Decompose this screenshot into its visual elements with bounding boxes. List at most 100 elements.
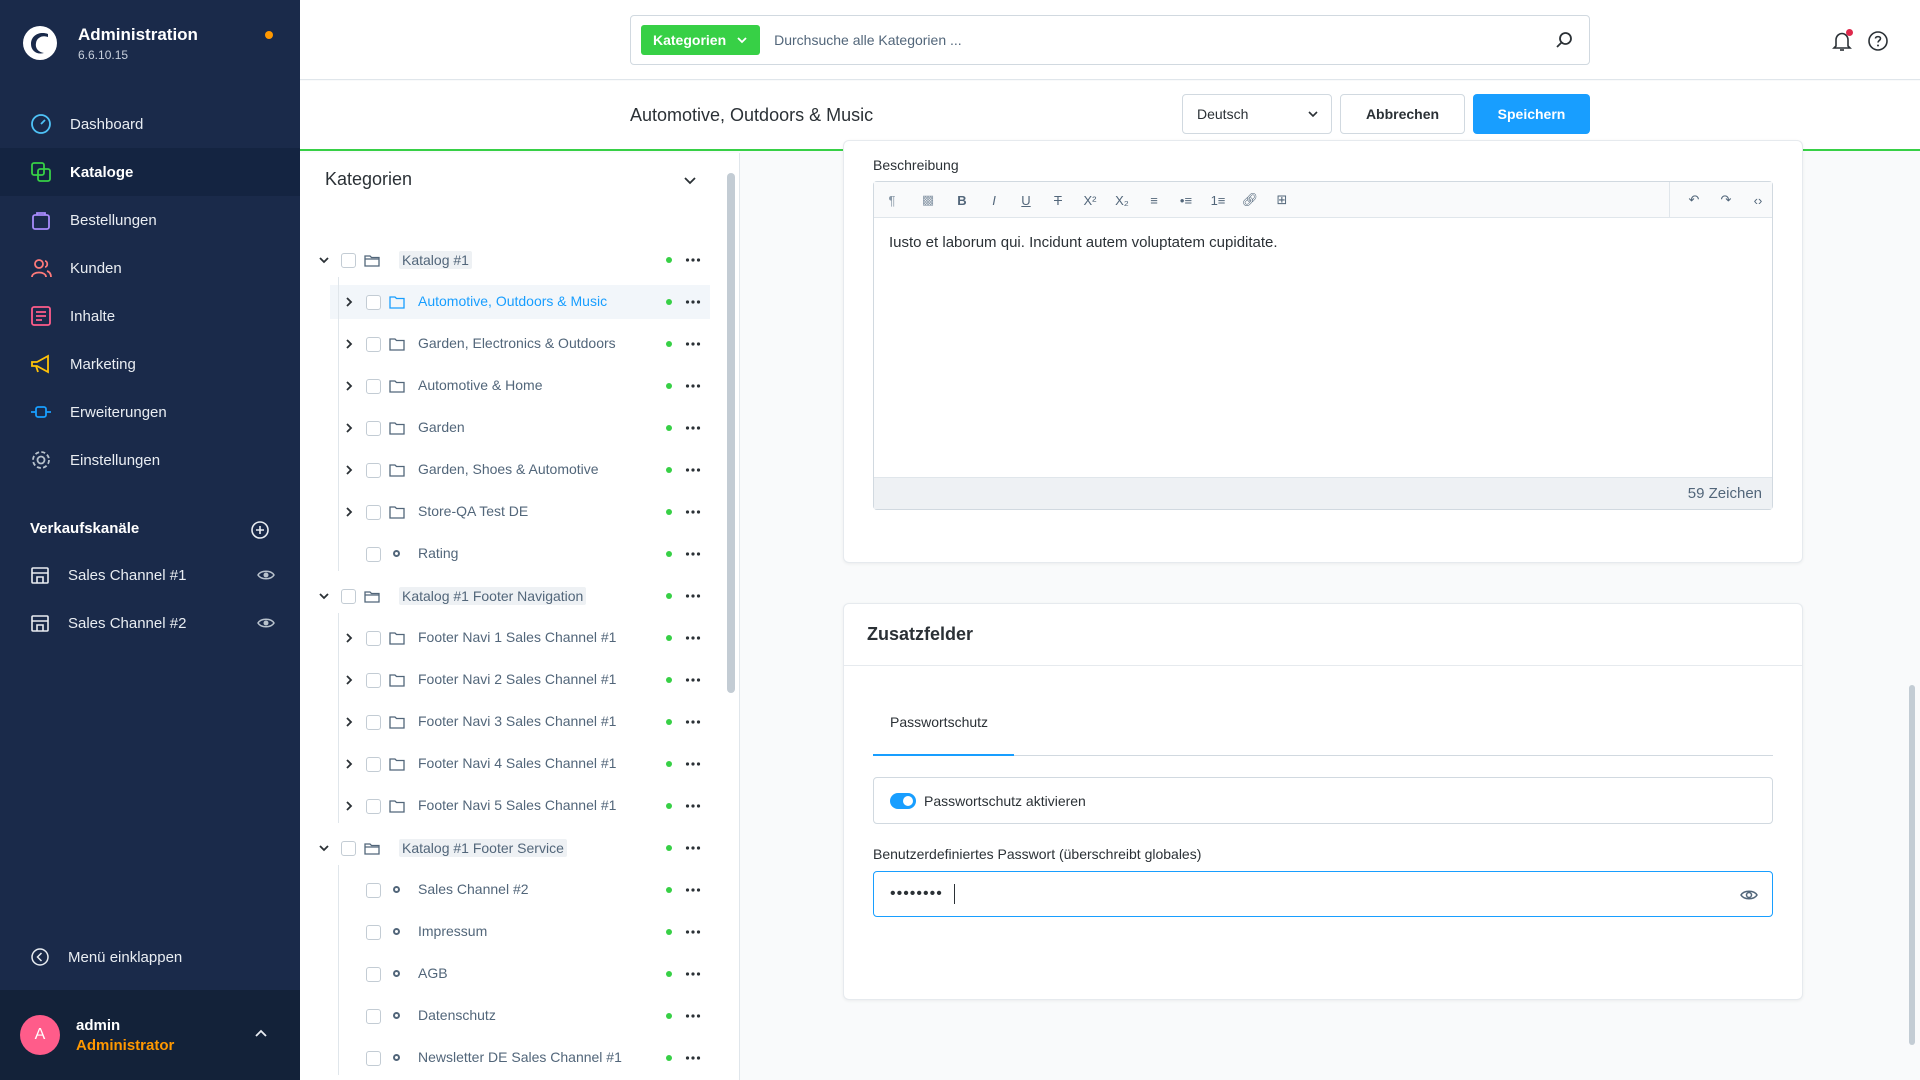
tree-checkbox[interactable] <box>366 673 381 688</box>
cancel-button[interactable]: Abbrechen <box>1340 94 1465 134</box>
nav-item-einstellungen[interactable]: Einstellungen <box>0 436 300 484</box>
nav-item-kataloge[interactable]: Kataloge <box>0 148 300 196</box>
more-actions-icon[interactable] <box>685 841 701 855</box>
nav-item-inhalte[interactable]: Inhalte <box>0 292 300 340</box>
chevron-right-icon[interactable] <box>343 758 355 770</box>
eye-icon[interactable] <box>257 614 275 632</box>
tree-item[interactable]: Impressum <box>330 915 710 949</box>
tree-checkbox[interactable] <box>366 337 381 352</box>
underline-icon[interactable]: U <box>1018 192 1034 208</box>
tree-scrollbar[interactable] <box>727 173 735 693</box>
tree-item[interactable]: AGB <box>330 957 710 991</box>
more-actions-icon[interactable] <box>685 883 701 897</box>
brand[interactable]: Administration 6.6.10.15 <box>0 0 300 86</box>
tree-checkbox[interactable] <box>366 715 381 730</box>
tree-item[interactable]: Footer Navi 5 Sales Channel #1 <box>330 789 710 823</box>
nav-item-dashboard[interactable]: Dashboard <box>0 100 300 148</box>
paragraph-format-icon[interactable]: ¶ <box>884 192 900 208</box>
more-actions-icon[interactable] <box>685 1009 701 1023</box>
search-type-select[interactable]: Kategorien <box>641 25 761 55</box>
tree-checkbox[interactable] <box>366 505 381 520</box>
chevron-right-icon[interactable] <box>343 464 355 476</box>
chevron-right-icon[interactable] <box>343 338 355 350</box>
more-actions-icon[interactable] <box>685 337 701 351</box>
tree-checkbox[interactable] <box>341 589 356 604</box>
tree-item[interactable]: Katalog #1 Footer Service <box>300 831 710 865</box>
tree-item[interactable]: Footer Navi 4 Sales Channel #1 <box>330 747 710 781</box>
chevron-right-icon[interactable] <box>343 506 355 518</box>
tree-checkbox[interactable] <box>341 253 356 268</box>
tree-item[interactable]: Rating <box>330 537 710 571</box>
chevron-right-icon[interactable] <box>343 380 355 392</box>
more-actions-icon[interactable] <box>685 715 701 729</box>
table-icon[interactable]: ⊞ <box>1274 192 1290 208</box>
tab-passwortschutz[interactable]: Passwortschutz <box>890 714 988 730</box>
nav-item-bestellungen[interactable]: Bestellungen <box>0 196 300 244</box>
password-input[interactable]: •••••••• <box>873 871 1773 917</box>
more-actions-icon[interactable] <box>685 379 701 393</box>
more-actions-icon[interactable] <box>685 757 701 771</box>
nav-item-marketing[interactable]: Marketing <box>0 340 300 388</box>
add-sales-channel-icon[interactable] <box>250 520 270 540</box>
more-actions-icon[interactable] <box>685 421 701 435</box>
tree-item[interactable]: Katalog #1 <box>300 243 710 277</box>
tree-item[interactable]: Footer Navi 1 Sales Channel #1 <box>330 621 710 655</box>
more-actions-icon[interactable] <box>685 1051 701 1065</box>
redo-icon[interactable]: ↷ <box>1718 192 1734 208</box>
tree-item[interactable]: Automotive, Outdoors & Music <box>330 285 710 319</box>
main-scrollbar[interactable] <box>1909 685 1915 1045</box>
help-icon[interactable] <box>1867 30 1889 52</box>
save-button[interactable]: Speichern <box>1473 94 1590 134</box>
chevron-right-icon[interactable] <box>343 716 355 728</box>
tree-checkbox[interactable] <box>366 295 381 310</box>
italic-icon[interactable]: I <box>986 192 1002 208</box>
code-view-icon[interactable]: ‹› <box>1750 192 1766 208</box>
subscript-icon[interactable]: X₂ <box>1114 192 1130 208</box>
tree-checkbox[interactable] <box>366 967 381 982</box>
chevron-down-icon[interactable] <box>318 254 330 266</box>
tree-item[interactable]: Garden, Shoes & Automotive <box>330 453 710 487</box>
chevron-right-icon[interactable] <box>343 296 355 308</box>
chevron-down-icon[interactable] <box>318 842 330 854</box>
tree-item[interactable]: Garden <box>330 411 710 445</box>
eye-icon[interactable] <box>1740 887 1758 903</box>
tree-checkbox[interactable] <box>366 757 381 772</box>
tree-item[interactable]: Garden, Electronics & Outdoors <box>330 327 710 361</box>
chevron-right-icon[interactable] <box>343 800 355 812</box>
tree-checkbox[interactable] <box>366 925 381 940</box>
collapse-menu-button[interactable]: Menü einklappen <box>30 947 182 967</box>
undo-icon[interactable]: ↶ <box>1686 192 1702 208</box>
link-icon[interactable]: 🔗︎ <box>1242 192 1259 208</box>
tree-checkbox[interactable] <box>366 1051 381 1066</box>
tree-item[interactable]: Automotive & Home <box>330 369 710 403</box>
nav-item-erweiterungen[interactable]: Erweiterungen <box>0 388 300 436</box>
tree-item[interactable]: Footer Navi 3 Sales Channel #1 <box>330 705 710 739</box>
tree-checkbox[interactable] <box>366 421 381 436</box>
nav-item-kunden[interactable]: Kunden <box>0 244 300 292</box>
tree-item[interactable]: Store-QA Test DE <box>330 495 710 529</box>
chevron-right-icon[interactable] <box>343 632 355 644</box>
more-actions-icon[interactable] <box>685 673 701 687</box>
more-actions-icon[interactable] <box>685 547 701 561</box>
more-actions-icon[interactable] <box>685 295 701 309</box>
chevron-right-icon[interactable] <box>343 422 355 434</box>
more-actions-icon[interactable] <box>685 589 701 603</box>
eye-icon[interactable] <box>257 566 275 584</box>
search-input[interactable] <box>774 32 1535 48</box>
sales-channel-1[interactable]: Sales Channel #1 <box>30 563 275 587</box>
tree-checkbox[interactable] <box>366 379 381 394</box>
tree-item[interactable]: Katalog #1 Footer Navigation <box>300 579 710 613</box>
editor-content[interactable]: Iusto et laborum qui. Incidunt autem vol… <box>874 218 1772 267</box>
tree-checkbox[interactable] <box>366 1009 381 1024</box>
numbered-list-icon[interactable]: 1≡ <box>1210 192 1226 208</box>
sales-channel-2[interactable]: Sales Channel #2 <box>30 611 275 635</box>
tree-item[interactable]: Newsletter DE Sales Channel #1 <box>330 1041 710 1075</box>
color-icon[interactable]: ▩ <box>920 192 936 208</box>
more-actions-icon[interactable] <box>685 925 701 939</box>
more-actions-icon[interactable] <box>685 253 701 267</box>
tree-item[interactable]: Datenschutz <box>330 999 710 1033</box>
tree-checkbox[interactable] <box>366 883 381 898</box>
tree-checkbox[interactable] <box>366 631 381 646</box>
strikethrough-icon[interactable]: T <box>1050 192 1066 208</box>
tree-checkbox[interactable] <box>366 799 381 814</box>
